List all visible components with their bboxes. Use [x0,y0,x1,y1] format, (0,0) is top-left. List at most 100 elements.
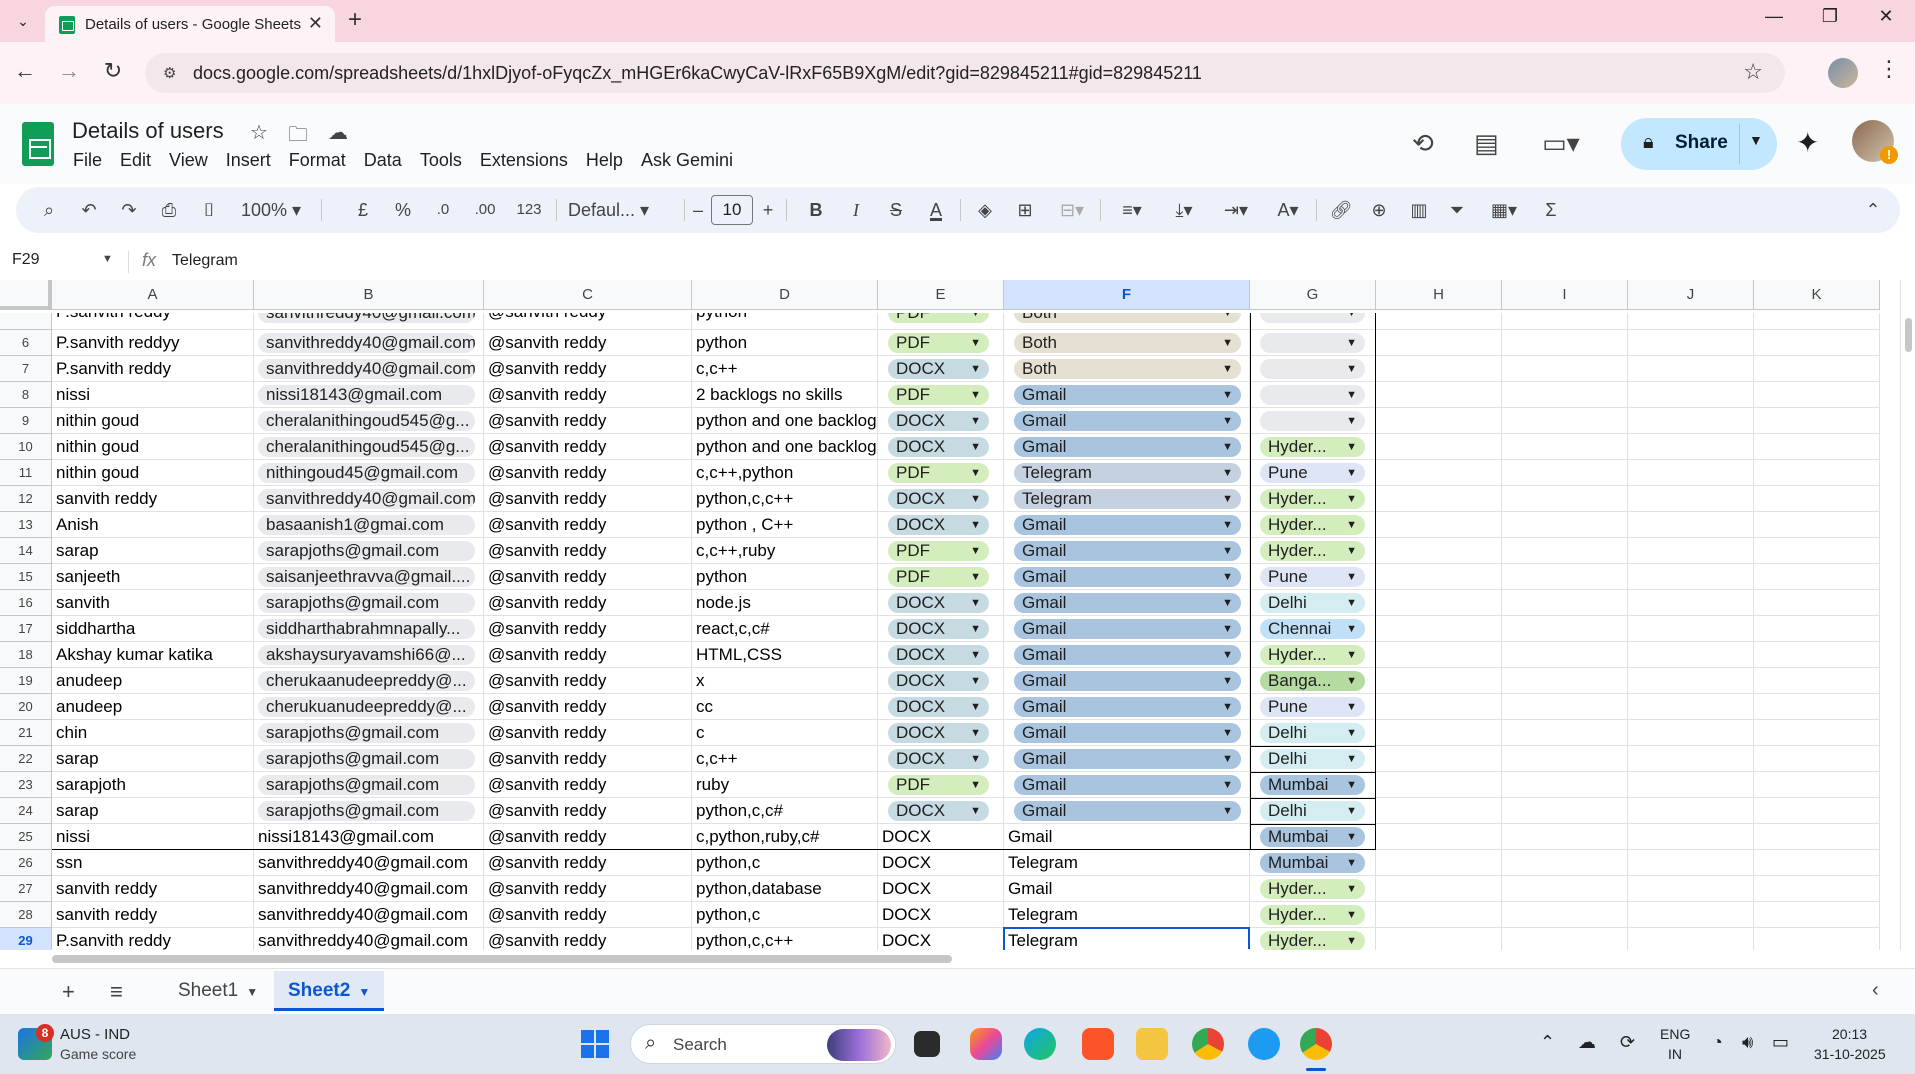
share-dropdown-icon[interactable]: ▼ [1749,132,1763,148]
cell-empty[interactable] [1754,434,1880,460]
cell-email[interactable]: sanvithreddy40@gmail.com [254,486,484,512]
close-window-icon[interactable]: ✕ [1868,6,1904,27]
vertical-scroll-thumb[interactable] [1905,318,1912,352]
city-chip[interactable]: Hyder... ▼ [1260,879,1365,899]
column-header-d[interactable]: D [692,280,878,310]
language-line2[interactable]: IN [1668,1046,1682,1062]
row-header[interactable]: 25 [0,824,52,850]
format-chip[interactable]: DOCX ▼ [888,645,989,665]
cell-empty[interactable] [1754,616,1880,642]
cell-format[interactable]: DOCX ▼ [878,512,1004,538]
row-header[interactable]: 19 [0,668,52,694]
cell-empty[interactable] [1502,902,1628,928]
format-chip[interactable]: DOCX ▼ [888,619,989,639]
format-chip[interactable]: DOCX ▼ [888,697,989,717]
cell-empty[interactable] [1754,694,1880,720]
cell-name[interactable]: sanvith [52,590,254,616]
cell-empty[interactable] [1628,798,1754,824]
cell-name[interactable]: nithin goud [52,434,254,460]
row-header[interactable]: 10 [0,434,52,460]
redo-icon[interactable]: ↷ [116,187,142,233]
cell-format[interactable]: DOCX ▼ [878,720,1004,746]
all-sheets-list-icon[interactable]: ≡ [110,979,123,1005]
contact-chip[interactable]: Gmail ▼ [1014,515,1241,535]
cell-email[interactable]: siddharthabrahmnapally... [254,616,484,642]
cell-empty[interactable] [1754,720,1880,746]
cell-handle[interactable]: @sanvith reddy [484,668,692,694]
add-sheet-icon[interactable]: + [62,979,75,1005]
dropdown-arrow-icon[interactable]: ▼ [970,567,981,587]
email-chip[interactable]: sarapjoths@gmail.com [258,775,475,795]
cell-skills[interactable]: 2 backlogs no skills [692,382,878,408]
cell-handle[interactable]: @sanvith reddy [484,313,692,330]
contact-chip[interactable]: Gmail ▼ [1014,671,1241,691]
cell-empty[interactable] [1754,356,1880,382]
dropdown-arrow-icon[interactable]: ▼ [1222,489,1233,509]
name-box-dropdown-icon[interactable]: ▼ [102,253,113,265]
row-header[interactable]: 6 [0,330,52,356]
back-arrow-icon[interactable]: ← [10,58,40,84]
url-text[interactable]: docs.google.com/spreadsheets/d/1hxlDjyof… [193,63,1202,84]
cell-name[interactable]: P.sanvith reddy [52,928,254,950]
dropdown-arrow-icon[interactable]: ▼ [1222,411,1233,431]
cell-empty[interactable] [1628,486,1754,512]
cell-email[interactable]: sanvithreddy40@gmail.com [254,876,484,902]
email-chip[interactable]: akshaysuryavamshi66@... [258,645,475,665]
cell-contact[interactable]: Telegram [1004,902,1250,928]
cell-name[interactable]: sarapjoth [52,772,254,798]
dropdown-arrow-icon[interactable]: ▼ [1346,905,1357,925]
dropdown-arrow-icon[interactable]: ▼ [970,515,981,535]
cell-empty[interactable] [1502,486,1628,512]
cell-empty[interactable] [1376,642,1502,668]
bold-icon[interactable]: B [804,187,828,233]
format-chip[interactable]: DOCX ▼ [888,593,989,613]
city-chip[interactable]: Hyder... ▼ [1260,905,1365,925]
cell-empty[interactable] [1376,616,1502,642]
cell-empty[interactable] [1502,720,1628,746]
cell-format[interactable]: DOCX ▼ [878,746,1004,772]
cell-empty[interactable] [1376,668,1502,694]
cell-empty[interactable] [1754,538,1880,564]
menu-data[interactable]: Data [364,150,402,170]
cell-contact[interactable]: Gmail ▼ [1004,538,1250,564]
paint-format-icon[interactable]: ⌷ [196,187,222,233]
column-header-i[interactable]: I [1502,280,1628,310]
dropdown-arrow-icon[interactable]: ▼ [970,437,981,457]
contact-chip[interactable]: Gmail ▼ [1014,541,1241,561]
row-header[interactable]: 23 [0,772,52,798]
cell-handle[interactable]: @sanvith reddy [484,460,692,486]
format-chip[interactable]: DOCX ▼ [888,489,989,509]
cell-handle[interactable]: @sanvith reddy [484,564,692,590]
horizontal-align-icon[interactable]: ≡▾ [1112,187,1152,233]
fill-handle[interactable] [1245,949,1253,950]
cell-empty[interactable] [1628,313,1754,330]
cell-empty[interactable] [1628,408,1754,434]
cell-contact[interactable]: Telegram ▼ [1004,486,1250,512]
cell-handle[interactable]: @sanvith reddy [484,876,692,902]
horizontal-scrollbar[interactable] [52,952,1898,966]
cell-empty[interactable] [1502,382,1628,408]
cell-empty[interactable] [1628,772,1754,798]
cell-empty[interactable] [1376,408,1502,434]
version-history-icon[interactable]: ⟲ [1412,128,1434,159]
name-box[interactable]: F29 [12,251,40,269]
cell-name[interactable]: sanjeeth [52,564,254,590]
close-tab-icon[interactable]: ✕ [308,13,323,34]
dropdown-arrow-icon[interactable]: ▼ [970,463,981,483]
format-chip[interactable]: DOCX ▼ [888,515,989,535]
contact-chip[interactable]: Gmail ▼ [1014,437,1241,457]
cell-email[interactable]: sanvithreddy40@gmail.com [254,928,484,950]
dropdown-arrow-icon[interactable]: ▼ [970,775,981,795]
menu-file[interactable]: File [73,150,102,170]
cell-email[interactable]: sarapjoths@gmail.com [254,746,484,772]
cell-city[interactable]: Hyder... ▼ [1250,902,1376,928]
cell-handle[interactable]: @sanvith reddy [484,538,692,564]
cell-empty[interactable] [1376,824,1502,850]
cell-empty[interactable] [1628,824,1754,850]
insert-chart-icon[interactable]: ▥ [1406,187,1432,233]
cell-empty[interactable] [1376,356,1502,382]
select-all-corner[interactable] [0,280,52,310]
bookmark-star-icon[interactable]: ☆ [1743,59,1763,85]
vertical-scrollbar[interactable] [1900,280,1915,950]
cell-name[interactable]: sanvith reddy [52,486,254,512]
